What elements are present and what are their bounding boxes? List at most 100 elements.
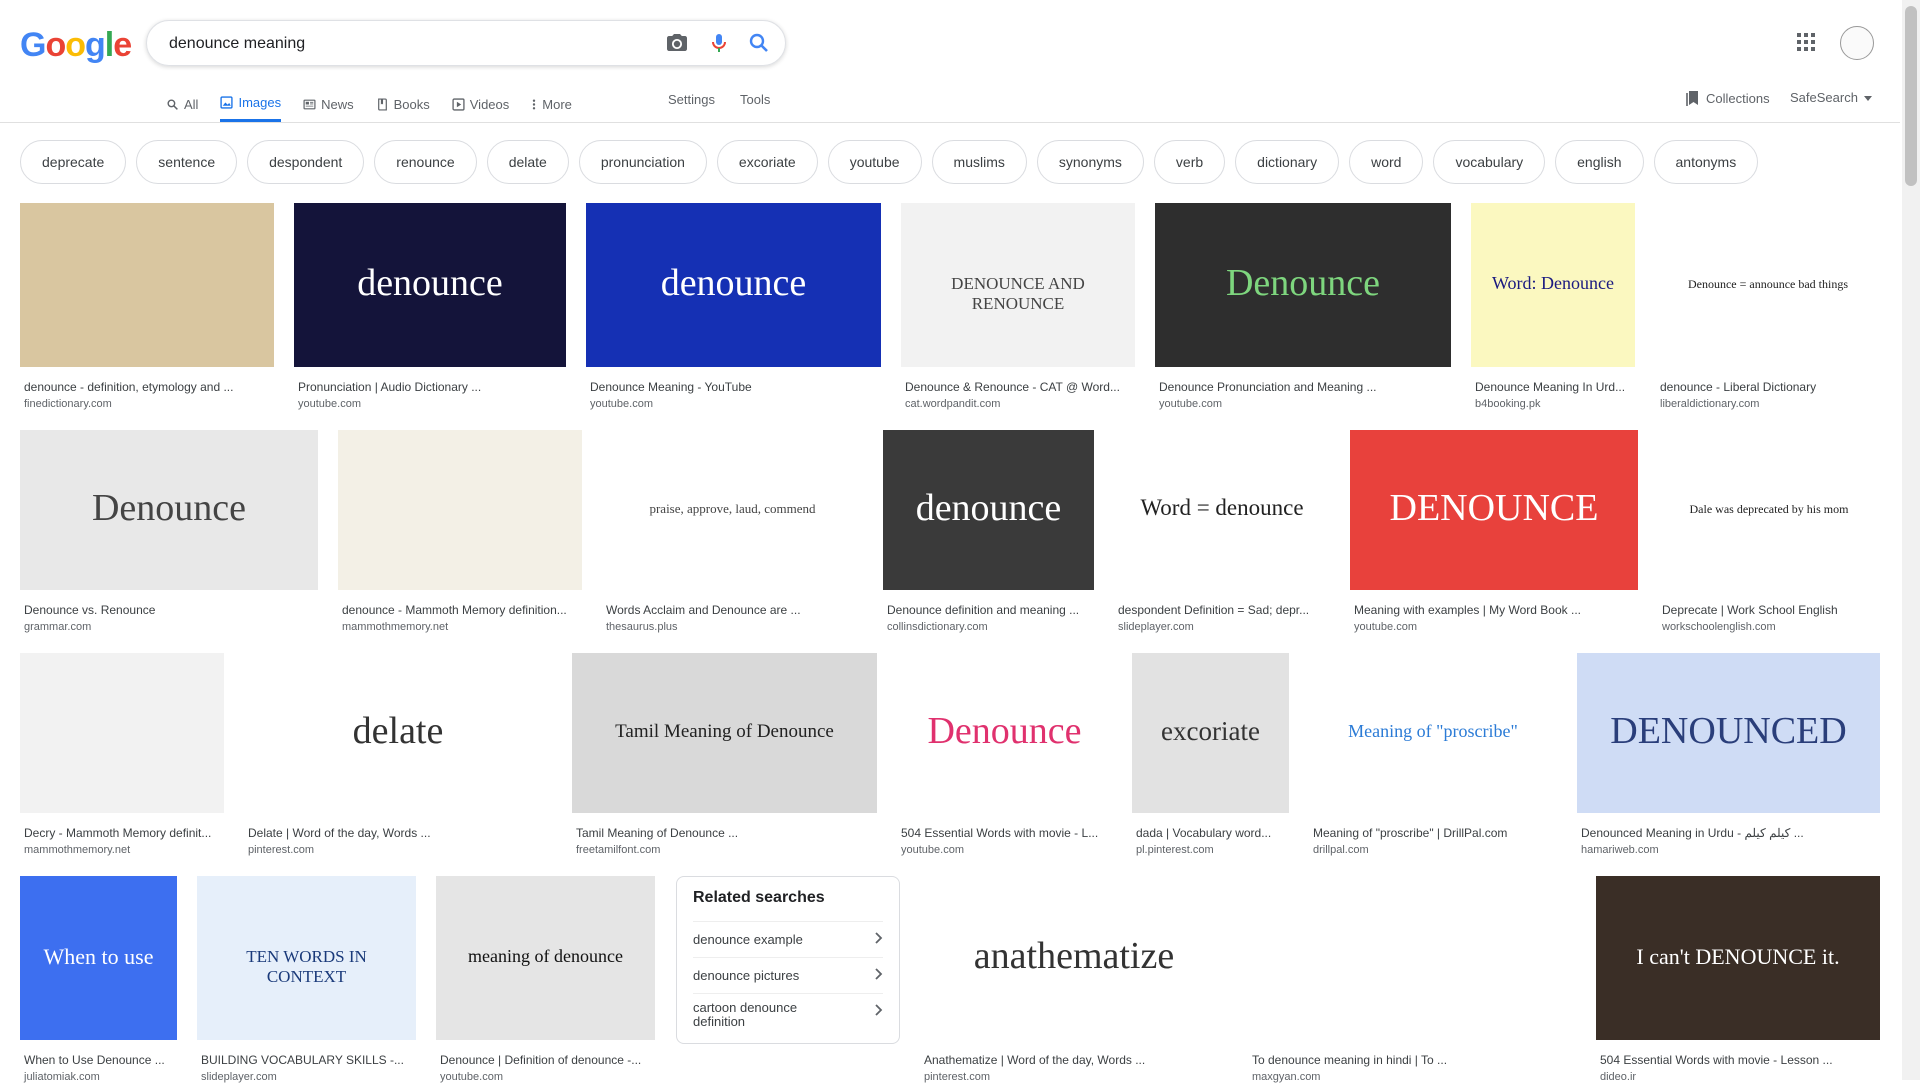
image-result[interactable]: Denounce Denounce vs. Renounce grammar.com (20, 430, 318, 633)
result-thumbnail[interactable]: Denounce (20, 430, 318, 590)
result-thumbnail[interactable]: Word: Denounce (1471, 203, 1635, 367)
result-thumbnail[interactable]: DENOUNCE AND RENOUNCE (901, 203, 1135, 367)
chip[interactable]: word (1349, 140, 1424, 184)
image-result[interactable]: denounce - Mammoth Memory definition... m… (338, 430, 582, 633)
image-result[interactable]: denounce Denounce definition and meaning … (883, 430, 1094, 633)
google-logo[interactable]: Google (20, 26, 132, 65)
tools-link[interactable]: Tools (740, 92, 770, 107)
result-thumbnail[interactable]: Meaning of "proscribe" (1309, 653, 1557, 813)
result-caption[interactable]: Denounced Meaning in Urdu - کیلم کیلم ..… (1581, 826, 1876, 840)
result-caption[interactable]: Delate | Word of the day, Words ... (248, 826, 548, 840)
image-result[interactable]: Denounce = announce bad things denounce -… (1656, 203, 1880, 410)
result-caption[interactable]: denounce - definition, etymology and ... (24, 380, 270, 394)
result-thumbnail[interactable]: Denounce (1155, 203, 1451, 367)
result-caption[interactable]: Denounce & Renounce - CAT @ Word... (905, 380, 1131, 394)
apps-grid-icon[interactable] (1796, 32, 1816, 52)
search-input[interactable] (167, 21, 641, 67)
image-result[interactable]: delate Delate | Word of the day, Words ..… (244, 653, 552, 856)
result-caption[interactable]: BUILDING VOCABULARY SKILLS -... (201, 1053, 412, 1067)
image-result[interactable]: To denounce meaning in hindi | To ... max… (1248, 876, 1576, 1083)
result-caption[interactable]: denounce - Mammoth Memory definition... (342, 603, 578, 617)
page-scrollbar[interactable] (1902, 0, 1920, 1080)
chip[interactable]: dictionary (1235, 140, 1340, 184)
image-result[interactable]: excoriate dada | Vocabulary word... pl.pin… (1132, 653, 1289, 856)
result-caption[interactable]: Words Acclaim and Denounce are ... (606, 603, 859, 617)
chip[interactable]: muslims (931, 140, 1027, 184)
result-caption[interactable]: Meaning with examples | My Word Book ... (1354, 603, 1634, 617)
result-caption[interactable]: 504 Essential Words with movie - Lesson … (1600, 1053, 1876, 1067)
image-result[interactable]: DENOUNCE AND RENOUNCE Denounce & Renounce… (901, 203, 1135, 410)
result-caption[interactable]: To denounce meaning in hindi | To ... (1252, 1053, 1572, 1067)
result-thumbnail[interactable]: denounce (883, 430, 1094, 590)
result-caption[interactable]: Denounce definition and meaning ... (887, 603, 1090, 617)
result-thumbnail[interactable]: denounce (586, 203, 881, 367)
tab-books[interactable]: Books (376, 86, 430, 122)
result-thumbnail[interactable]: Denounce (897, 653, 1112, 813)
chip[interactable]: sentence (136, 140, 238, 184)
chip[interactable]: renounce (374, 140, 477, 184)
chip[interactable]: verb (1153, 140, 1226, 184)
chip[interactable]: pronunciation (578, 140, 707, 184)
result-thumbnail[interactable]: DENOUNCED (1577, 653, 1880, 813)
collections-link[interactable]: Collections (1686, 90, 1770, 106)
settings-link[interactable]: Settings (668, 92, 715, 107)
image-result[interactable]: DENOUNCED Denounced Meaning in Urdu - کیل… (1577, 653, 1880, 856)
result-caption[interactable]: Tamil Meaning of Denounce ... (576, 826, 873, 840)
image-result[interactable]: DENOUNCE Meaning with examples | My Word … (1350, 430, 1638, 633)
image-result[interactable]: denounce Pronunciation | Audio Dictionary… (294, 203, 566, 410)
result-caption[interactable]: Meaning of "proscribe" | DrillPal.com (1313, 826, 1553, 840)
scrollbar-thumb[interactable] (1905, 6, 1917, 186)
result-caption[interactable]: despondent Definition = Sad; depr... (1118, 603, 1326, 617)
result-thumbnail[interactable] (338, 430, 582, 590)
result-caption[interactable]: Denounce | Definition of denounce -... (440, 1053, 651, 1067)
result-thumbnail[interactable]: When to use (20, 876, 177, 1040)
account-avatar[interactable] (1840, 26, 1874, 60)
result-caption[interactable]: denounce - Liberal Dictionary (1660, 380, 1876, 394)
chip[interactable]: excoriate (716, 140, 818, 184)
tab-all[interactable]: All (166, 86, 198, 122)
image-result[interactable]: denounce Denounce Meaning - YouTube youtub… (586, 203, 881, 410)
image-result[interactable]: Meaning of "proscribe" Meaning of "proscr… (1309, 653, 1557, 856)
related-item[interactable]: denounce pictures (693, 957, 883, 992)
result-caption[interactable]: When to Use Denounce ... (24, 1053, 173, 1067)
image-result[interactable]: Dale was deprecated by his mom Deprecate … (1658, 430, 1880, 633)
chip[interactable]: deprecate (20, 140, 127, 184)
image-result[interactable]: Decry - Mammoth Memory definit... mammoth… (20, 653, 224, 856)
image-result[interactable]: anathematize Anathematize | Word of the d… (920, 876, 1228, 1083)
image-result[interactable]: meaning of denounce Denounce | Definition… (436, 876, 655, 1083)
chip[interactable]: delate (486, 140, 569, 184)
result-caption[interactable]: 504 Essential Words with movie - L... (901, 826, 1108, 840)
result-caption[interactable]: Denounce Meaning - YouTube (590, 380, 877, 394)
image-result[interactable]: When to use When to Use Denounce ... julia… (20, 876, 177, 1083)
result-caption[interactable]: Denounce Meaning In Urd... (1475, 380, 1631, 394)
chip[interactable]: synonyms (1036, 140, 1144, 184)
result-thumbnail[interactable]: I can't DENOUNCE it. (1596, 876, 1880, 1040)
result-caption[interactable]: Denounce Pronunciation and Meaning ... (1159, 380, 1447, 394)
result-thumbnail[interactable]: anathematize (920, 876, 1228, 1040)
image-result[interactable]: denounce - definition, etymology and ...… (20, 203, 274, 410)
result-caption[interactable]: Deprecate | Work School English (1662, 603, 1876, 617)
microphone-icon[interactable] (707, 31, 731, 55)
image-result[interactable]: Word = denounce despondent Definition = S… (1114, 430, 1330, 633)
related-item[interactable]: denounce example (693, 921, 883, 956)
chip[interactable]: despondent (247, 140, 365, 184)
search-icon[interactable] (747, 31, 771, 55)
image-result[interactable]: Denounce 504 Essential Words with movie -… (897, 653, 1112, 856)
image-result[interactable]: TEN WORDS IN CONTEXT BUILDING VOCABULARY … (197, 876, 416, 1083)
safesearch-dropdown[interactable]: SafeSearch (1790, 90, 1872, 105)
result-thumbnail[interactable]: TEN WORDS IN CONTEXT (197, 876, 416, 1040)
result-thumbnail[interactable]: Denounce = announce bad things (1656, 203, 1880, 367)
result-thumbnail[interactable]: praise, approve, laud, commend (602, 430, 863, 590)
result-caption[interactable]: dada | Vocabulary word... (1136, 826, 1285, 840)
result-thumbnail[interactable] (20, 653, 224, 813)
result-thumbnail[interactable]: Tamil Meaning of Denounce (572, 653, 877, 813)
image-result[interactable]: I can't DENOUNCE it. 504 Essential Words … (1596, 876, 1880, 1083)
result-thumbnail[interactable]: Word = denounce (1114, 430, 1330, 590)
related-item[interactable]: cartoon denounce definition (693, 993, 883, 1036)
image-result[interactable]: praise, approve, laud, commend Words Accl… (602, 430, 863, 633)
result-thumbnail[interactable]: DENOUNCE (1350, 430, 1638, 590)
result-caption[interactable]: Denounce vs. Renounce (24, 603, 314, 617)
result-thumbnail[interactable]: Dale was deprecated by his mom (1658, 430, 1880, 590)
result-thumbnail[interactable]: denounce (294, 203, 566, 367)
result-caption[interactable]: Anathematize | Word of the day, Words ..… (924, 1053, 1224, 1067)
